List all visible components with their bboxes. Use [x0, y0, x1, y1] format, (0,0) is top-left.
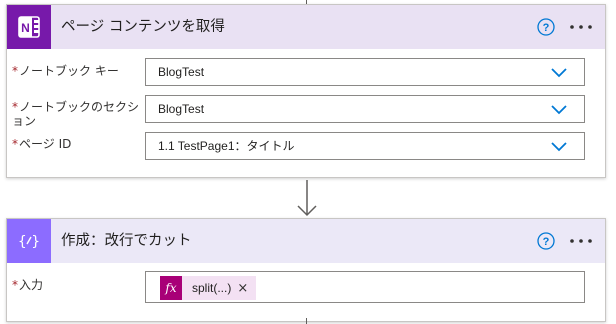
card-header[interactable]: N ページ コンテンツを取得 ?	[7, 5, 605, 49]
flow-arrow-icon	[297, 180, 317, 217]
field-label-notebook-key: *ノートブック キー	[12, 64, 144, 78]
compose-icon: { }	[7, 219, 51, 263]
svg-text:N: N	[21, 21, 30, 35]
required-mark: *	[12, 64, 18, 78]
help-icon[interactable]: ?	[537, 18, 555, 36]
chevron-down-icon	[551, 68, 567, 78]
svg-text:?: ?	[543, 22, 550, 34]
dropdown-value: BlogTest	[158, 65, 205, 79]
function-icon: fx	[160, 276, 182, 300]
page-id-dropdown[interactable]: 1.1 TestPage1：タイトル	[145, 132, 585, 160]
more-options-icon[interactable]	[569, 21, 593, 33]
chevron-down-icon	[551, 105, 567, 115]
required-mark: *	[12, 137, 18, 151]
action-card-compose: { } 作成：改行でカット ?	[6, 218, 606, 322]
help-icon[interactable]: ?	[537, 232, 555, 250]
label-text: 入力	[19, 278, 44, 292]
svg-text:?: ?	[543, 236, 550, 248]
notebook-key-dropdown[interactable]: BlogTest	[145, 58, 585, 86]
label-text: ページ ID	[19, 137, 72, 151]
card-header[interactable]: { } 作成：改行でカット ?	[7, 219, 605, 263]
expression-token[interactable]: fx split(...) ×	[160, 276, 257, 300]
svg-text:{ }: { }	[18, 234, 40, 250]
remove-token-icon[interactable]: ×	[237, 281, 248, 296]
field-label-notebook-section: *ノートブックのセクション	[12, 100, 144, 128]
field-label-input: *入力	[12, 278, 144, 292]
onenote-icon: N	[7, 5, 51, 49]
token-label: split(...)	[192, 281, 232, 295]
card-title[interactable]: 作成：改行でカット	[61, 219, 192, 263]
label-text: ノートブック キー	[19, 64, 119, 78]
dropdown-value: BlogTest	[158, 102, 205, 116]
label-text: ノートブックのセクション	[12, 100, 140, 128]
more-options-icon[interactable]	[569, 235, 593, 247]
notebook-section-dropdown[interactable]: BlogTest	[145, 95, 585, 123]
dropdown-value: 1.1 TestPage1：タイトル	[158, 139, 295, 153]
compose-input-field[interactable]: fx split(...) ×	[145, 271, 585, 303]
field-label-page-id: *ページ ID	[12, 137, 144, 151]
required-mark: *	[12, 278, 18, 292]
connector-line-bottom	[306, 318, 307, 324]
chevron-down-icon	[551, 142, 567, 152]
card-title[interactable]: ページ コンテンツを取得	[61, 5, 225, 49]
required-mark: *	[12, 100, 18, 114]
